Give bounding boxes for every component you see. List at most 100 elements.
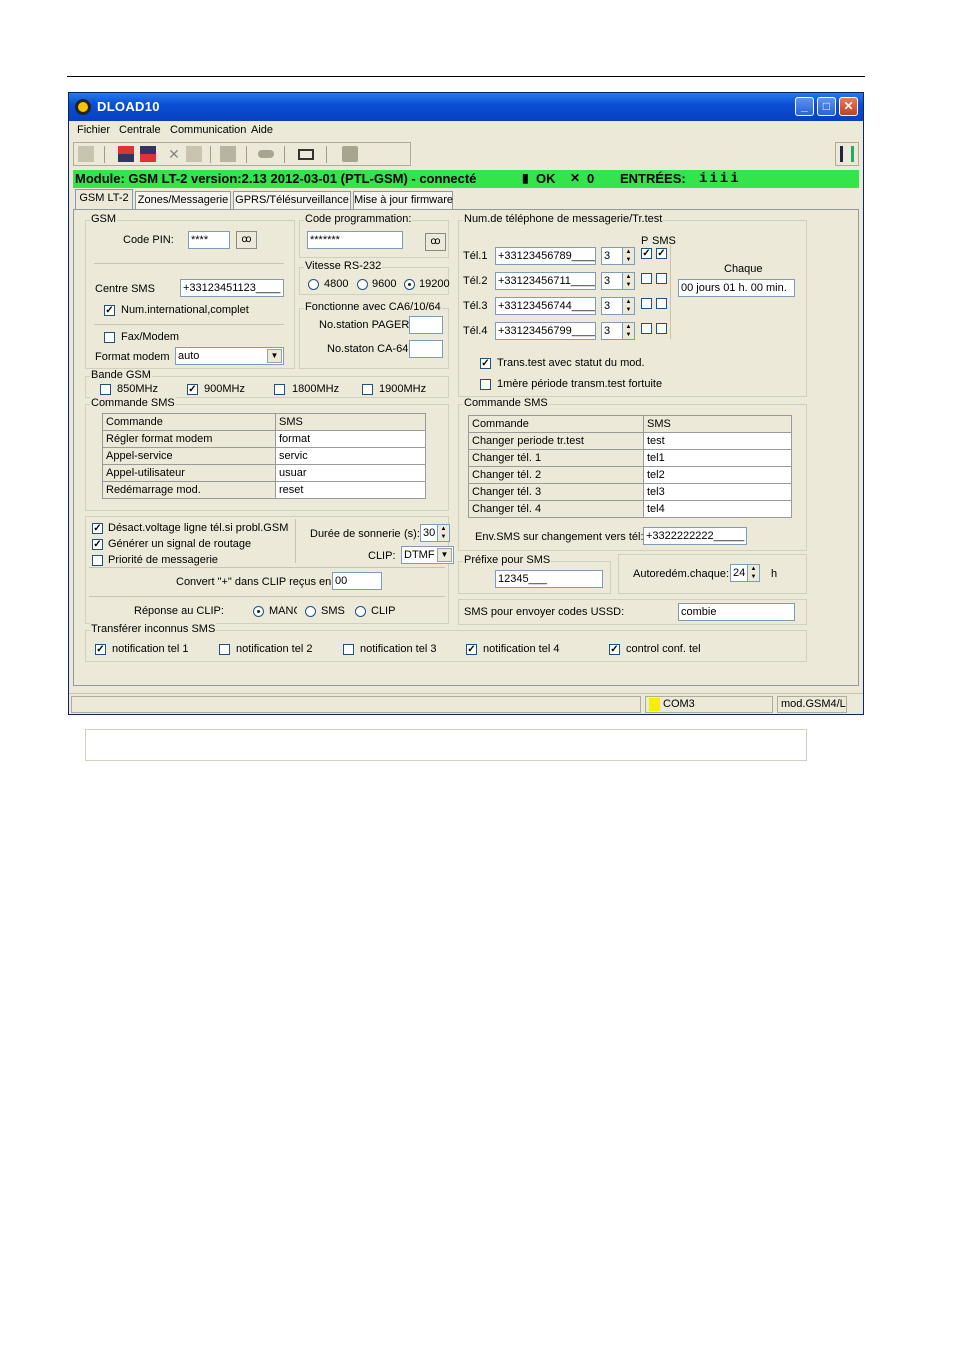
connect-icon[interactable] [298,149,314,160]
table-row: Régler format modem format [102,430,426,448]
cmd-left-sms[interactable]: reset [275,481,426,499]
radio-4800[interactable] [308,279,319,290]
close-button[interactable]: ✕ [839,97,858,116]
num-intl-checkbox[interactable]: ✓ [104,305,115,316]
cmd-right-sms[interactable]: tel2 [643,466,792,484]
tel2-input[interactable]: +33123456711____ [495,272,596,290]
gsm-group-title: GSM [90,213,118,225]
reponse-clip-radio[interactable] [355,606,366,617]
premiere-checkbox[interactable] [480,379,491,390]
transfer-tel4-checkbox[interactable]: ✓ [466,644,477,655]
tel4-p-checkbox[interactable] [641,323,652,334]
table-row: Redémarrage mod. reset [102,481,426,499]
menu-fichier[interactable]: Fichier [77,124,110,136]
tel1-p-checkbox[interactable]: ✓ [641,248,652,259]
phone-icon[interactable] [258,150,274,158]
convert-input[interactable]: 00 [332,572,382,590]
band-1800-checkbox[interactable] [274,384,285,395]
calculator-icon[interactable] [220,146,236,162]
exit-button[interactable] [835,142,859,166]
menu-communication[interactable]: Communication [170,124,246,136]
trans-test-checkbox[interactable]: ✓ [480,358,491,369]
code-reveal-button[interactable]: ꝏ [425,233,446,251]
cmd-right-sms[interactable]: tel3 [643,483,792,501]
cmd-left-sms[interactable]: format [275,430,426,448]
tab-firmware[interactable]: Mise à jour firmware [353,191,453,209]
autoredem-input[interactable]: 24 [730,564,748,582]
env-sms-input[interactable]: +3322222222_____ [643,527,747,545]
transfer-tel2-checkbox[interactable] [219,644,230,655]
reponse-manc-radio[interactable] [253,606,264,617]
generer-checkbox[interactable]: ✓ [92,539,103,550]
window-title: DLOAD10 [97,99,160,114]
transfer-tel3-checkbox[interactable] [343,644,354,655]
tel3-sms-checkbox[interactable] [656,298,667,309]
tel2-spinner[interactable]: ▲ ▼ [623,272,635,290]
transfer-tel1-checkbox[interactable]: ✓ [95,644,106,655]
pager-label: No.station PAGER: [319,319,413,331]
write-data-icon[interactable] [140,146,156,162]
ussd-input[interactable]: combie [678,603,795,621]
chaque-input[interactable]: 00 jours 01 h. 00 min. [678,279,795,297]
tab-gprs[interactable]: GPRS/Télésurveillance [233,191,351,209]
fax-modem-checkbox[interactable] [104,332,115,343]
cmd-right-sms[interactable]: tel4 [643,500,792,518]
tel3-input[interactable]: +33123456744____ [495,297,596,315]
code-prog-input[interactable]: ******* [307,231,403,249]
maximize-button[interactable]: □ [817,97,836,116]
menu-aide[interactable]: Aide [251,124,273,136]
tel4-input[interactable]: +33123456799____ [495,322,596,340]
menu-centrale[interactable]: Centrale [119,124,161,136]
tel4-sms-checkbox[interactable] [656,323,667,334]
env-sms-label: Env.SMS sur changement vers tél: [475,531,644,543]
tel1-spinner[interactable]: ▲ ▼ [623,247,635,265]
reponse-sms-radio[interactable] [305,606,316,617]
radio-9600[interactable] [357,279,368,290]
cmd-left-sms[interactable]: servic [275,447,426,465]
band-850-checkbox[interactable] [100,384,111,395]
tel2-count[interactable]: 3 [601,272,623,290]
vitesse-group: Vitesse RS-232 4800 9600 19200 [299,260,450,295]
read-data-icon[interactable] [118,146,134,162]
autoredem-spinner[interactable]: ▲ ▼ [748,564,760,582]
tel1-input[interactable]: +33123456789____ [495,247,596,265]
tel2-sms-checkbox[interactable] [656,273,667,284]
band-900-checkbox[interactable]: ✓ [187,384,198,395]
tel4-count[interactable]: 3 [601,322,623,340]
code-prog-group: Code programmation: ******* ꝏ [299,213,449,258]
ca64-input[interactable] [409,340,443,358]
pin-input[interactable]: **** [188,231,230,249]
cmd-left-sms[interactable]: usuar [275,464,426,482]
tel3-p-checkbox[interactable] [641,298,652,309]
tab-gsm-lt2[interactable]: GSM LT-2 [75,189,133,210]
prefixe-input[interactable]: 12345___ [495,570,603,588]
priorite-checkbox[interactable] [92,555,103,566]
print-icon[interactable] [342,146,358,162]
tel3-count[interactable]: 3 [601,297,623,315]
priorite-label: Priorité de messagerie [108,554,219,566]
tel4-spinner[interactable]: ▲ ▼ [623,322,635,340]
tab-zones[interactable]: Zones/Messagerie [135,191,231,209]
radio-19200[interactable] [404,279,415,290]
duree-input[interactable]: 30 [420,524,438,542]
transfer-control-checkbox[interactable]: ✓ [609,644,620,655]
copy-icon[interactable] [78,146,94,162]
module-name: mod.GSM4/L [781,698,846,710]
tel2-p-checkbox[interactable] [641,273,652,284]
tel1-sms-checkbox[interactable]: ✓ [656,248,667,259]
desact-checkbox[interactable]: ✓ [92,523,103,534]
cmd-right-sms[interactable]: tel1 [643,449,792,467]
tel1-count[interactable]: 3 [601,247,623,265]
delete-icon[interactable]: ✕ [166,146,182,162]
clip-select[interactable]: DTMF ▼ [401,546,454,564]
band-1900-checkbox[interactable] [362,384,373,395]
paste-icon[interactable] [186,146,202,162]
format-modem-select[interactable]: auto ▼ [175,347,284,365]
pin-reveal-button[interactable]: ꝏ [236,231,257,249]
tel3-spinner[interactable]: ▲ ▼ [623,297,635,315]
cmd-right-sms[interactable]: test [643,432,792,450]
duree-spinner[interactable]: ▲ ▼ [438,524,450,542]
minimize-button[interactable]: _ [795,97,814,116]
pager-input[interactable] [409,316,443,334]
centre-sms-input[interactable]: +33123451123____ [180,279,284,297]
